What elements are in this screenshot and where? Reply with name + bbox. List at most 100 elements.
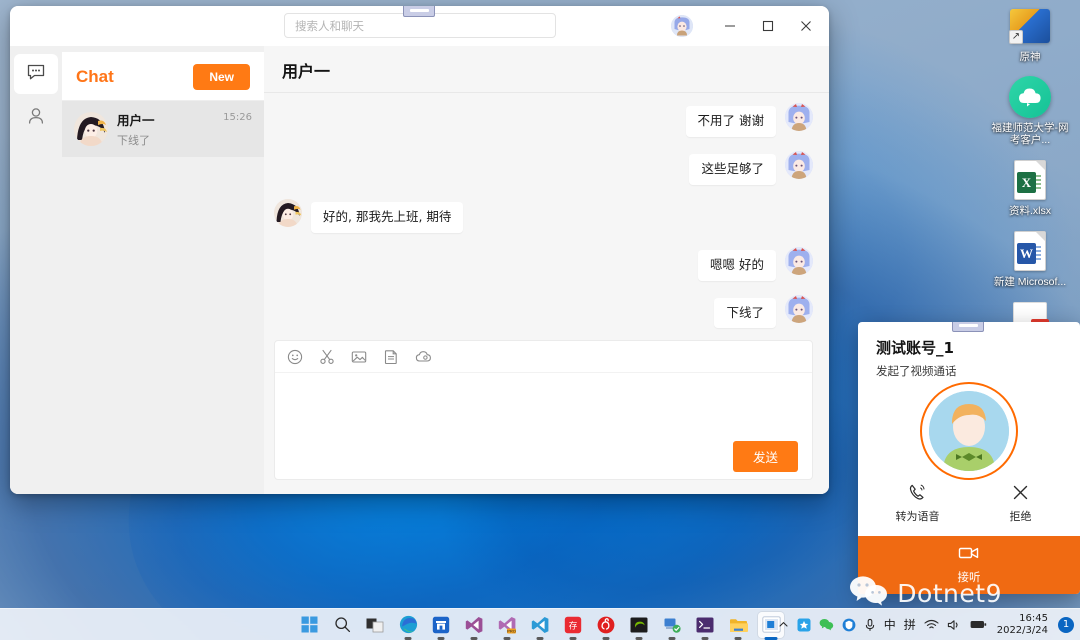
safety-shield-icon[interactable] xyxy=(842,618,856,632)
window-snap-handle[interactable] xyxy=(403,6,435,17)
volume-icon[interactable] xyxy=(947,619,962,631)
conversation-title: 用户一 xyxy=(282,62,331,81)
ime-language-indicator[interactable]: 中 xyxy=(884,616,896,633)
video-camera-icon xyxy=(958,545,980,566)
close-button[interactable] xyxy=(787,6,825,46)
desktop-icon-label: 资料.xlsx xyxy=(1009,205,1051,217)
system-tray: 中 拼 16:45 2022/3/24 1 xyxy=(778,609,1074,640)
desktop-icon-word[interactable]: W 新建 Microsof... xyxy=(987,225,1073,290)
message-bubble: 这些足够了 xyxy=(689,153,776,185)
message-list[interactable]: 不用了 谢谢 这些足够了 好的, 那我先上班, 期待 嗯嗯 好的 下线了 xyxy=(264,93,829,334)
notification-badge[interactable]: 1 xyxy=(1058,616,1074,633)
avatar xyxy=(274,198,302,227)
desktop-icon-list: ↗ 原神 福建师范大学-网考客户... X 资料.xlsx W 新建 Micro… xyxy=(984,0,1076,361)
netease-music-icon[interactable] xyxy=(593,612,619,638)
wechat-tray-icon[interactable] xyxy=(819,618,834,631)
message-input[interactable] xyxy=(275,373,812,439)
game-shortcut-icon: ↗ xyxy=(1008,4,1052,48)
close-icon xyxy=(1011,481,1030,503)
terminal-icon[interactable] xyxy=(692,612,718,638)
battery-icon[interactable] xyxy=(970,619,987,630)
sogou-input-icon[interactable] xyxy=(797,618,811,632)
popup-snap-handle[interactable] xyxy=(952,322,984,332)
chat-list-header: Chat New xyxy=(62,52,264,101)
desktop-icon-excel[interactable]: X 资料.xlsx xyxy=(987,154,1073,219)
reject-call-button[interactable]: 拒绝 xyxy=(985,481,1057,524)
ime-mode-indicator[interactable]: 拼 xyxy=(904,616,916,633)
chat-list-scroll[interactable]: 用户一 下线了 15:26 xyxy=(62,101,264,494)
chat-bubble-icon xyxy=(26,62,46,87)
navigation-rail xyxy=(10,46,62,494)
start-button[interactable] xyxy=(296,612,322,638)
list-item-time: 15:26 xyxy=(223,112,252,123)
clock[interactable]: 16:45 2022/3/24 xyxy=(997,613,1048,637)
reject-call-label: 拒绝 xyxy=(1009,510,1032,523)
vscode-icon[interactable] xyxy=(527,612,553,638)
edge-icon[interactable] xyxy=(395,612,421,638)
image-icon[interactable] xyxy=(349,347,369,367)
network-tool-icon[interactable] xyxy=(659,612,685,638)
person-icon xyxy=(26,106,46,131)
switch-to-voice-button[interactable]: 转为语音 xyxy=(882,481,954,524)
store-icon[interactable] xyxy=(428,612,454,638)
message-row: 不用了 谢谢 xyxy=(274,103,813,137)
message-row: 下线了 xyxy=(274,294,813,329)
search-placeholder: 搜索人和聊天 xyxy=(295,18,364,33)
svg-text:存: 存 xyxy=(569,619,578,631)
send-button[interactable]: 发送 xyxy=(732,440,798,472)
desktop-icon-cloud-app[interactable]: 福建师范大学-网考客户... xyxy=(987,71,1073,148)
file-icon[interactable] xyxy=(381,347,401,367)
call-type-label: 发起了视频通话 xyxy=(876,364,957,378)
microphone-icon[interactable] xyxy=(864,618,876,632)
search-icon[interactable] xyxy=(329,612,355,638)
call-action-row: 转为语音 拒绝 xyxy=(858,481,1080,536)
avatar[interactable] xyxy=(671,15,693,37)
avatar xyxy=(929,391,1009,471)
message-composer: 发送 xyxy=(274,340,813,480)
incoming-call-popup: 测试账号_1 发起了视频通话 转为语音 拒绝 接听 xyxy=(858,322,1080,594)
message-row: 好的, 那我先上班, 期待 xyxy=(274,198,813,233)
message-row: 这些足够了 xyxy=(274,150,813,185)
nvidia-icon[interactable] xyxy=(626,612,652,638)
window-controls xyxy=(671,6,825,46)
window-body: Chat New 用户一 下线了 15:26 用户一 不用了 谢谢 这些足够了 … xyxy=(10,46,829,494)
emoji-icon[interactable] xyxy=(285,347,305,367)
page-title: Chat xyxy=(76,67,114,86)
message-bubble: 嗯嗯 好的 xyxy=(698,249,776,281)
sidebar-item-contacts[interactable] xyxy=(14,98,58,138)
desktop: ↗ 原神 福建师范大学-网考客户... X 资料.xlsx W 新建 Micro… xyxy=(0,0,1080,640)
clock-time: 16:45 xyxy=(1019,612,1048,624)
word-file-icon: W xyxy=(1008,229,1052,273)
desktop-icon-label: 福建师范大学-网考客户... xyxy=(991,122,1069,146)
wifi-icon[interactable] xyxy=(924,619,939,631)
list-item-content: 用户一 下线了 xyxy=(117,110,223,148)
answer-call-label: 接听 xyxy=(957,570,981,584)
taskbar-items: PRO 存 xyxy=(296,611,784,638)
task-view-icon[interactable] xyxy=(362,612,388,638)
list-item-name: 用户一 xyxy=(117,113,155,128)
window-titlebar: 搜索人和聊天 xyxy=(10,6,829,46)
list-item[interactable]: 用户一 下线了 15:26 xyxy=(62,101,264,157)
desktop-icon-label: 新建 Microsof... xyxy=(993,276,1067,288)
minimize-button[interactable] xyxy=(711,6,749,46)
cloud-app-icon xyxy=(1008,75,1052,119)
xunlei-icon[interactable]: 存 xyxy=(560,612,586,638)
caller-avatar-wrapper xyxy=(858,379,1080,481)
cloud-icon[interactable] xyxy=(413,347,433,367)
file-explorer-icon[interactable] xyxy=(725,612,751,638)
sidebar-item-chat[interactable] xyxy=(14,54,58,94)
desktop-icon-label: 原神 xyxy=(1019,51,1041,63)
avatar xyxy=(785,150,813,179)
avatar xyxy=(74,112,108,146)
desktop-icon-game[interactable]: ↗ 原神 xyxy=(987,0,1073,65)
visual-studio-icon[interactable] xyxy=(461,612,487,638)
svg-text:PRO: PRO xyxy=(507,628,516,633)
maximize-button[interactable] xyxy=(749,6,787,46)
scissors-icon[interactable] xyxy=(317,347,337,367)
avatar xyxy=(785,294,813,323)
visual-studio-preview-icon[interactable]: PRO xyxy=(494,612,520,638)
new-chat-button[interactable]: New xyxy=(193,64,250,90)
answer-call-button[interactable]: 接听 xyxy=(858,536,1080,594)
chevron-up-icon[interactable] xyxy=(778,619,789,630)
message-bubble: 下线了 xyxy=(714,297,776,329)
